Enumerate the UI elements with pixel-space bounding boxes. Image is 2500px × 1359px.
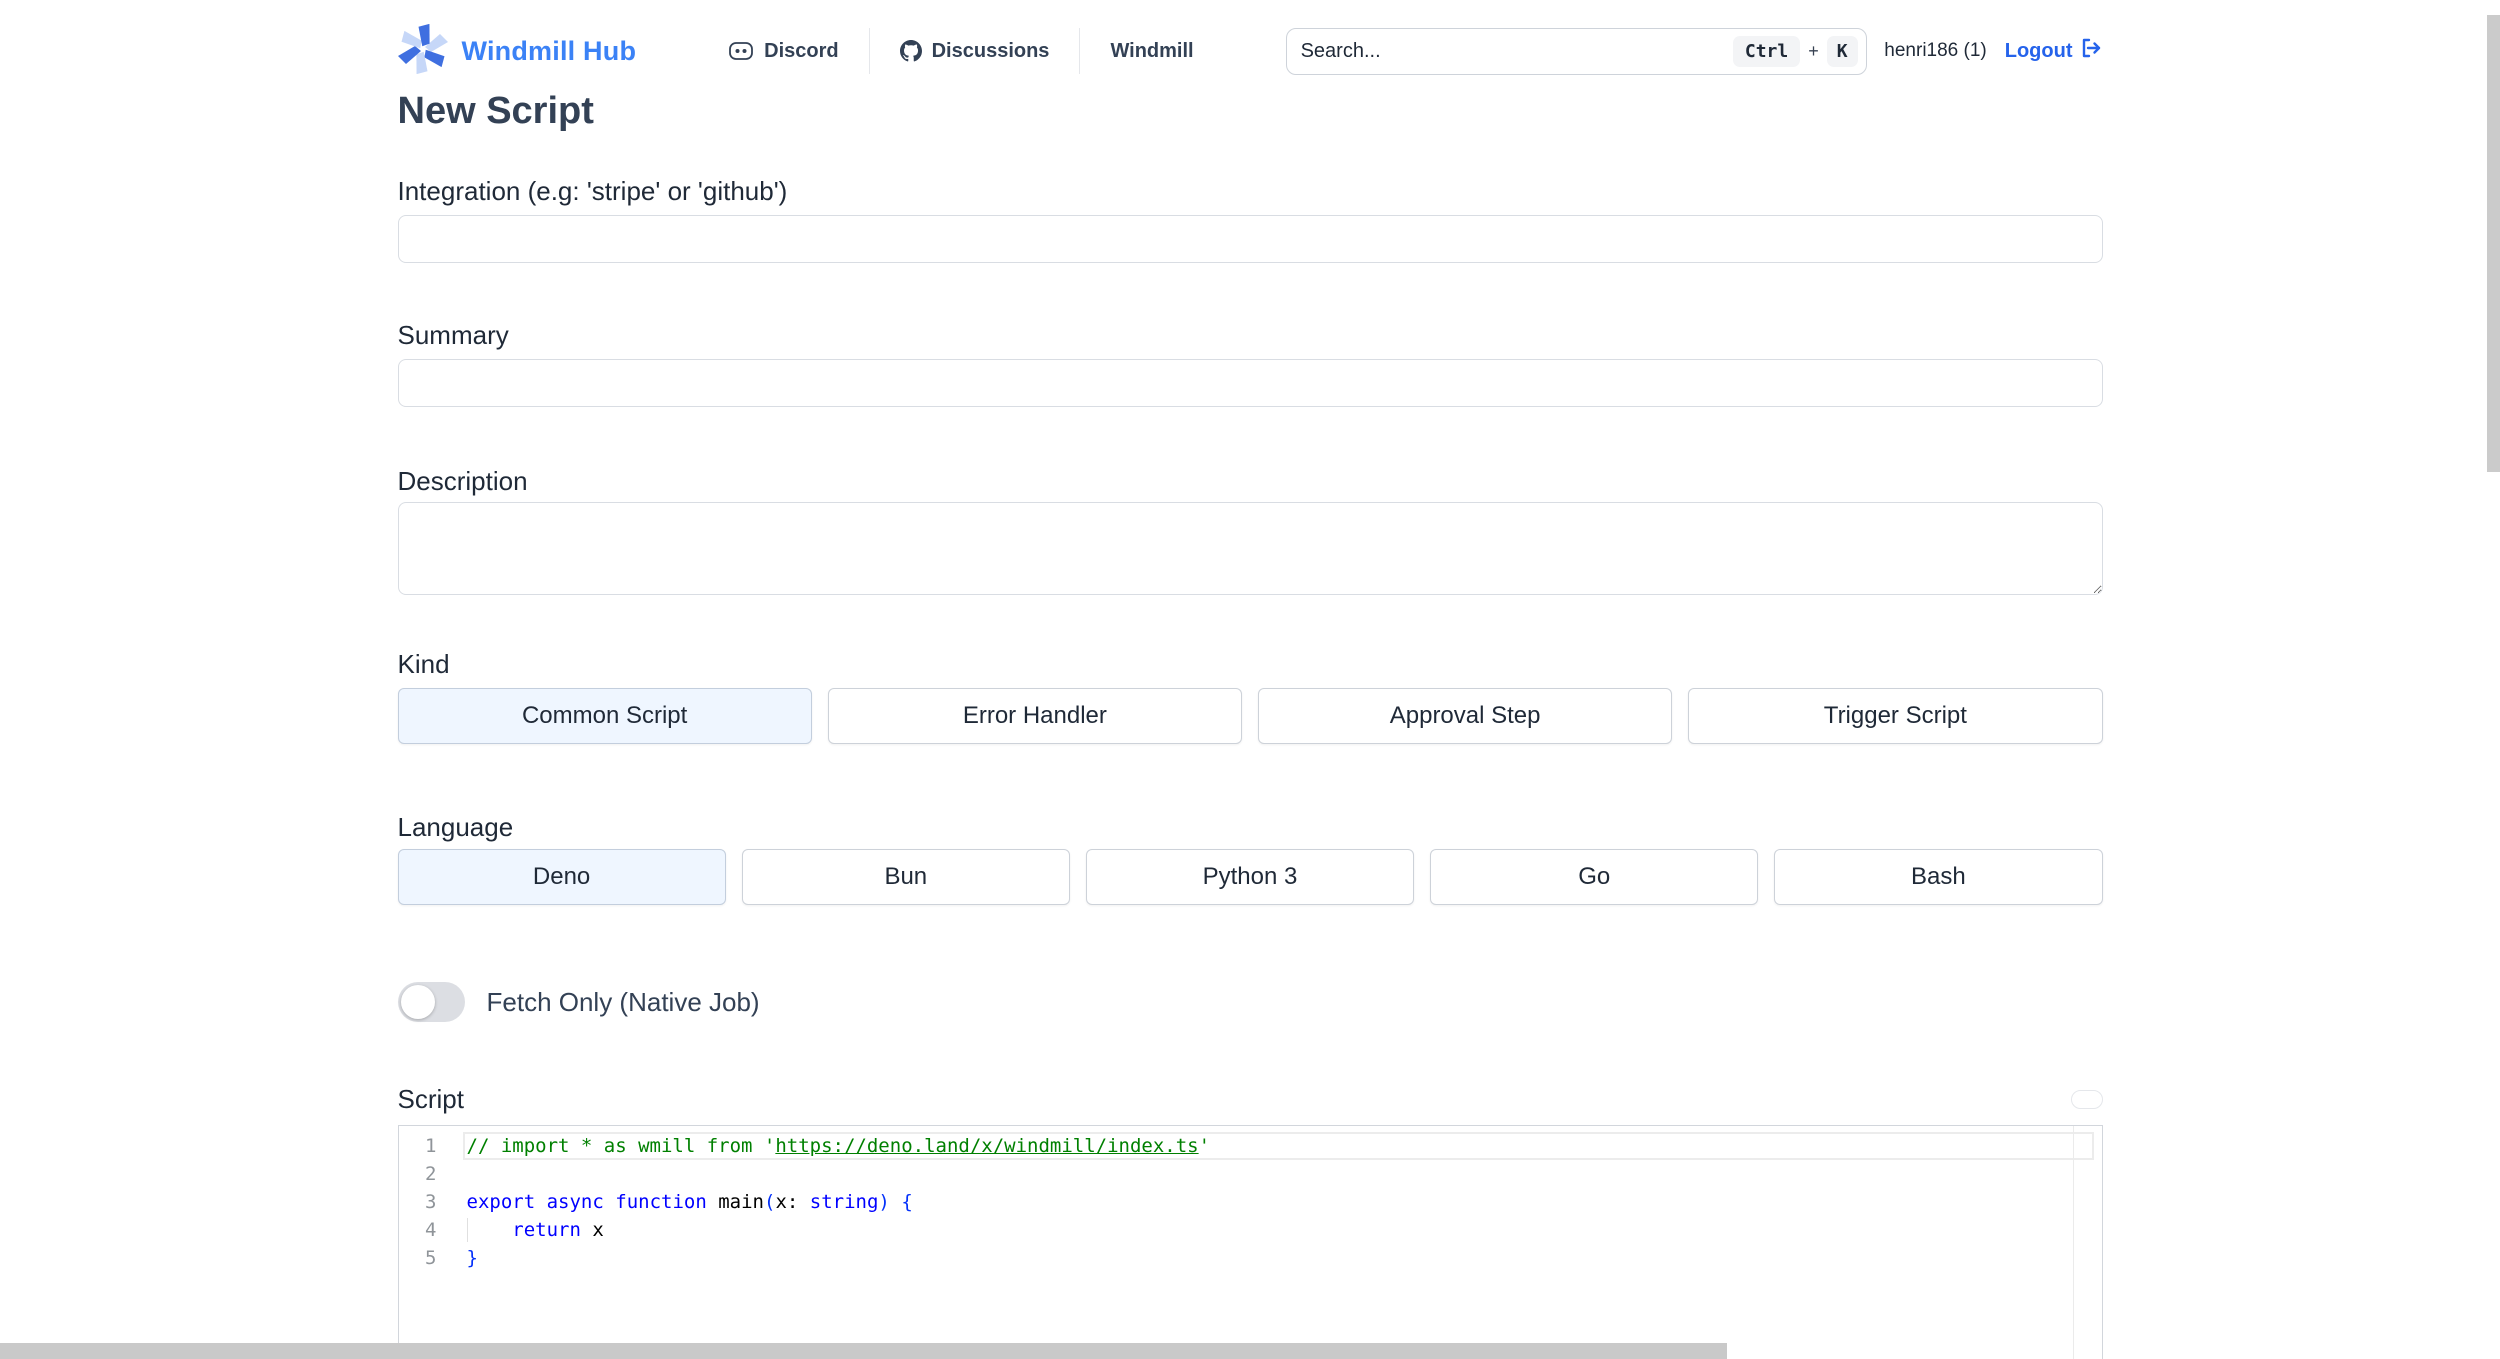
- username: henri186 (1): [1884, 40, 1987, 61]
- code-line[interactable]: 1 // import * as wmill from 'https://deno…: [399, 1132, 2102, 1160]
- description-field-group: Description: [397, 466, 2103, 595]
- code-line-content: [463, 1160, 2102, 1188]
- indent-guide: [466, 1218, 468, 1242]
- kbd-plus: +: [1808, 40, 1819, 61]
- fetch-only-toggle[interactable]: [397, 982, 465, 1022]
- nav-divider: [868, 28, 870, 74]
- language-option-deno[interactable]: Deno: [397, 849, 726, 905]
- kind-option-error-handler[interactable]: Error Handler: [827, 688, 1242, 744]
- nav-item-label: Discord: [764, 39, 839, 62]
- logout-label: Logout: [2004, 39, 2073, 62]
- code-line[interactable]: 2: [399, 1160, 2102, 1188]
- language-option-go[interactable]: Go: [1430, 849, 1759, 905]
- header: Windmill Hub Discord Discussions Windmil…: [397, 0, 2103, 75]
- editor-theme-toggle-pill[interactable]: [2070, 1090, 2103, 1109]
- script-section: Script 1 // import * as wmill from 'https…: [397, 1084, 2103, 1359]
- code-line-content: // import * as wmill from 'https://deno.…: [463, 1132, 2094, 1160]
- nav-item-windmill[interactable]: Windmill: [1106, 40, 1197, 63]
- user-zone: henri186 (1) Logout: [1884, 36, 2102, 66]
- kind-field-group: Kind Common Script Error Handler Approva…: [397, 649, 2103, 744]
- brand-name: Windmill Hub: [461, 35, 637, 66]
- vertical-scrollbar-thumb[interactable]: [2487, 15, 2500, 472]
- code-editor[interactable]: 1 // import * as wmill from 'https://deno…: [397, 1125, 2103, 1359]
- line-number: 3: [425, 1191, 437, 1213]
- kbd-k: K: [1826, 35, 1858, 67]
- summary-label: Summary: [397, 320, 509, 350]
- brand-home-link[interactable]: Windmill Hub: [397, 23, 637, 79]
- line-number: 1: [425, 1135, 437, 1157]
- line-number: 4: [425, 1219, 437, 1241]
- language-option-python3[interactable]: Python 3: [1085, 849, 1415, 905]
- code-line-content: return x: [463, 1216, 2102, 1244]
- language-option-bash[interactable]: Bash: [1774, 849, 2103, 905]
- kbd-ctrl: Ctrl: [1732, 35, 1801, 67]
- horizontal-scrollbar-thumb[interactable]: [0, 1343, 1727, 1359]
- language-option-bun[interactable]: Bun: [741, 849, 1070, 905]
- description-textarea[interactable]: [397, 502, 2103, 595]
- logout-icon: [2079, 36, 2103, 66]
- code-line[interactable]: 3 export async function main(x: string) {: [399, 1188, 2102, 1216]
- editor-scrollbar-area[interactable]: [2072, 1126, 2102, 1359]
- nav-item-label: Windmill: [1110, 39, 1194, 62]
- discord-icon: [728, 40, 754, 62]
- page-title: New Script: [397, 90, 594, 132]
- nav-divider: [1079, 28, 1081, 74]
- fetch-only-row: Fetch Only (Native Job): [397, 982, 2103, 1022]
- github-icon: [899, 40, 922, 62]
- kind-option-approval-step[interactable]: Approval Step: [1258, 688, 1673, 744]
- logout-button[interactable]: Logout: [2005, 36, 2103, 66]
- windmill-logo-icon: [397, 23, 448, 79]
- code-line-content: }: [466, 1247, 478, 1269]
- integration-input[interactable]: [397, 215, 2103, 263]
- toggle-knob: [400, 985, 435, 1019]
- code-line-content: export async function main(x: string) {: [466, 1191, 913, 1213]
- main-nav: Discord Discussions Windmill: [724, 28, 1197, 74]
- line-number: 5: [425, 1247, 437, 1269]
- language-label: Language: [397, 812, 514, 842]
- kind-option-common-script[interactable]: Common Script: [397, 688, 812, 744]
- search-input[interactable]: [1300, 39, 1733, 63]
- summary-input[interactable]: [397, 359, 2103, 407]
- code-line[interactable]: 4 return x: [399, 1216, 2102, 1244]
- kind-options: Common Script Error Handler Approval Ste…: [397, 688, 2103, 744]
- integration-field-group: Integration (e.g: 'stripe' or 'github'): [397, 176, 2103, 263]
- summary-field-group: Summary: [397, 320, 2103, 407]
- integration-label: Integration (e.g: 'stripe' or 'github'): [397, 176, 788, 206]
- script-label: Script: [397, 1084, 464, 1114]
- kind-option-trigger-script[interactable]: Trigger Script: [1688, 688, 2103, 744]
- language-field-group: Language Deno Bun Python 3 Go Bash: [397, 812, 2103, 905]
- nav-item-label: Discussions: [931, 39, 1050, 62]
- description-label: Description: [397, 466, 528, 496]
- code-line[interactable]: 5}: [399, 1244, 2102, 1272]
- language-options: Deno Bun Python 3 Go Bash: [397, 849, 2103, 905]
- fetch-only-label: Fetch Only (Native Job): [486, 986, 760, 1017]
- nav-item-discussions[interactable]: Discussions: [896, 40, 1054, 63]
- code-lines: 1 // import * as wmill from 'https://deno…: [399, 1126, 2102, 1272]
- line-number: 2: [425, 1163, 437, 1185]
- search-box[interactable]: Ctrl + K: [1285, 27, 1867, 75]
- kind-label: Kind: [397, 649, 450, 679]
- nav-item-discord[interactable]: Discord: [724, 40, 842, 63]
